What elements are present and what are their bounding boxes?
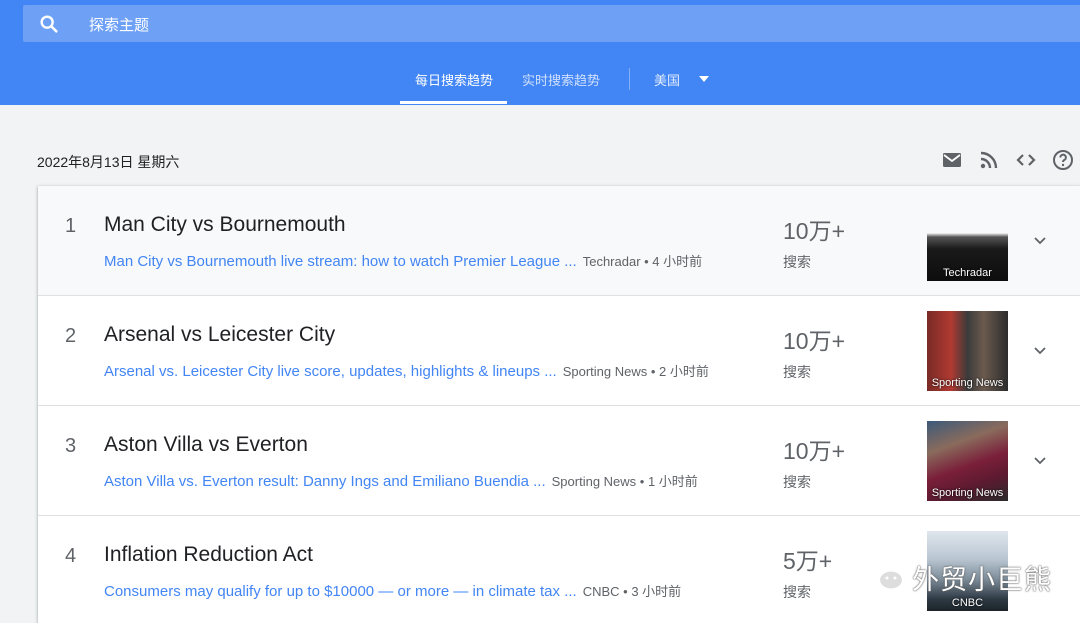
thumbnail-source: Sporting News <box>931 487 1004 499</box>
article-link[interactable]: Consumers may qualify for up to $10000 —… <box>104 583 577 600</box>
trend-article: Consumers may qualify for up to $10000 —… <box>104 581 681 600</box>
article-link[interactable]: Man City vs Bournemouth live stream: how… <box>104 253 577 270</box>
trend-title[interactable]: Arsenal vs Leicester City <box>104 323 335 347</box>
search-count-label: 搜索 <box>783 474 811 490</box>
tab-daily-trends[interactable]: 每日搜索趋势 <box>415 70 493 89</box>
date-label: 2022年8月13日 星期六 <box>37 154 180 170</box>
dropdown-arrow-icon[interactable] <box>699 76 709 82</box>
trend-title[interactable]: Aston Villa vs Everton <box>104 433 308 457</box>
expand-chevron-icon[interactable] <box>1030 450 1050 470</box>
help-icon[interactable] <box>1051 148 1075 172</box>
expand-chevron-icon[interactable] <box>1030 230 1050 250</box>
watermark-text: 外贸小巨熊 <box>912 565 1052 595</box>
article-thumbnail[interactable]: Techradar <box>927 201 1008 281</box>
code-icon[interactable] <box>1014 148 1038 172</box>
thumbnail-source: Sporting News <box>931 377 1004 389</box>
trend-article: Man City vs Bournemouth live stream: how… <box>104 251 702 270</box>
search-icon[interactable] <box>38 13 60 35</box>
thumbnail-source: CNBC <box>951 597 984 609</box>
email-icon[interactable] <box>940 148 964 172</box>
trend-row[interactable]: 2 Arsenal vs Leicester City Arsenal vs. … <box>38 296 1080 406</box>
region-select[interactable]: 美国 <box>654 70 680 89</box>
trend-row[interactable]: 3 Aston Villa vs Everton Aston Villa vs.… <box>38 406 1080 516</box>
search-count: 10万+ <box>783 328 846 354</box>
trend-rank: 4 <box>65 545 77 567</box>
article-thumbnail[interactable]: Sporting News <box>927 311 1008 391</box>
article-link[interactable]: Arsenal vs. Leicester City live score, u… <box>104 363 557 380</box>
trend-rank: 2 <box>65 325 77 347</box>
trend-title[interactable]: Man City vs Bournemouth <box>104 213 346 237</box>
search-input[interactable]: 探索主题 <box>89 14 149 35</box>
tab-divider <box>629 68 630 90</box>
article-meta: Sporting News • 1 小时前 <box>551 474 698 489</box>
article-thumbnail[interactable]: Sporting News <box>927 421 1008 501</box>
tab-realtime-trends[interactable]: 实时搜索趋势 <box>522 70 600 89</box>
search-count: 10万+ <box>783 438 846 464</box>
rss-icon[interactable] <box>977 148 1001 172</box>
trend-row[interactable]: 1 Man City vs Bournemouth Man City vs Bo… <box>38 186 1080 296</box>
thumbnail-source: Techradar <box>943 267 992 279</box>
expand-chevron-icon[interactable] <box>1030 340 1050 360</box>
trend-title[interactable]: Inflation Reduction Act <box>104 543 313 567</box>
header: 探索主题 每日搜索趋势 实时搜索趋势 美国 <box>0 0 1080 105</box>
search-count-label: 搜索 <box>783 584 811 600</box>
active-tab-indicator <box>400 101 507 104</box>
search-count-label: 搜索 <box>783 254 811 270</box>
article-link[interactable]: Aston Villa vs. Everton result: Danny In… <box>104 473 546 490</box>
trend-article: Aston Villa vs. Everton result: Danny In… <box>104 471 698 490</box>
trend-rank: 3 <box>65 435 77 457</box>
search-count: 10万+ <box>783 218 846 244</box>
search-count-label: 搜索 <box>783 364 811 380</box>
article-meta: Sporting News • 2 小时前 <box>562 364 709 379</box>
article-meta: CNBC • 3 小时前 <box>582 584 682 599</box>
search-count: 5万+ <box>783 548 833 574</box>
wechat-logo-icon <box>863 559 905 591</box>
tab-bar: 每日搜索趋势 实时搜索趋势 美国 <box>0 58 1080 105</box>
article-meta: Techradar • 4 小时前 <box>582 254 703 269</box>
search-bar[interactable]: 探索主题 <box>23 5 1080 42</box>
trend-article: Arsenal vs. Leicester City live score, u… <box>104 361 709 380</box>
trend-rank: 1 <box>65 215 77 237</box>
